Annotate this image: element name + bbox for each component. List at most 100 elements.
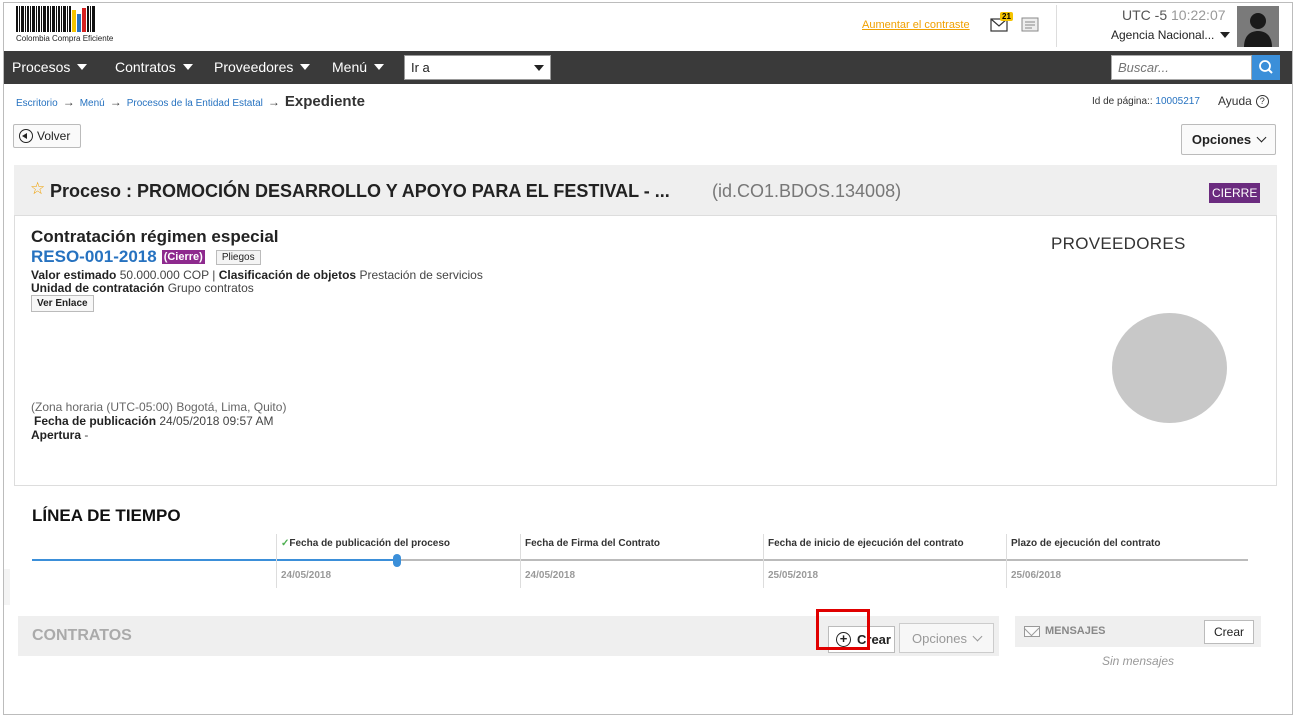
back-button[interactable]: Volver xyxy=(13,124,81,148)
application-window: Colombia Compra Eficiente Aumentar el co… xyxy=(3,2,1293,715)
breadcrumb: Escritorio → Menú → Procesos de la Entid… xyxy=(16,93,365,110)
back-arrow-icon xyxy=(19,129,33,143)
unit-line: Unidad de contratación Grupo contratos xyxy=(31,281,254,295)
page-id-value[interactable]: 10005217 xyxy=(1155,96,1200,107)
timeline-title: LÍNEA DE TIEMPO xyxy=(32,506,181,525)
create-label: Crear xyxy=(1213,625,1244,639)
arrow-right-icon: → xyxy=(62,95,75,109)
question-icon: ? xyxy=(1255,94,1269,108)
back-label: Volver xyxy=(37,129,71,143)
search-input[interactable] xyxy=(1111,55,1252,80)
publication-label: Fecha de publicación xyxy=(34,414,157,428)
breadcrumb-escritorio[interactable]: Escritorio xyxy=(16,98,58,109)
nav-label: Procesos xyxy=(12,59,71,75)
goto-value: Ir a xyxy=(411,60,430,75)
page-id: Id de página:: 10005217 xyxy=(1092,96,1200,107)
nav-label: Menú xyxy=(332,59,368,75)
arrow-right-icon: → xyxy=(267,95,280,109)
caret-down-icon xyxy=(374,64,385,70)
caret-down-icon xyxy=(182,64,193,70)
logo-text: Colombia Compra Eficiente xyxy=(16,34,114,43)
classification-value: Prestación de servicios xyxy=(359,268,483,282)
search-button[interactable] xyxy=(1252,55,1280,80)
contracts-options-button[interactable]: Opciones xyxy=(899,623,994,653)
page-title: Expediente xyxy=(284,93,365,110)
nav-label: Contratos xyxy=(115,59,176,75)
nav-contratos[interactable]: Contratos xyxy=(115,59,193,75)
unit-value: Grupo contratos xyxy=(167,281,254,295)
state-tag: (Cierre) xyxy=(161,250,205,264)
milestone-label: Fecha de Firma del Contrato xyxy=(525,538,661,549)
notifications-icon[interactable] xyxy=(1021,17,1039,32)
caret-down-icon xyxy=(300,64,311,70)
view-link-button[interactable]: Ver Enlace xyxy=(31,295,94,312)
create-contract-button[interactable]: + Crear xyxy=(828,626,895,653)
create-label: Crear xyxy=(857,632,891,647)
timezone-clock: UTC -5 10:22:07 xyxy=(1122,7,1226,23)
nav-proveedores[interactable]: Proveedores xyxy=(214,59,311,75)
search-icon xyxy=(1259,60,1273,74)
milestone-label: Plazo de ejecución del contrato xyxy=(1011,538,1161,549)
clock-time: 10:22:07 xyxy=(1171,7,1226,23)
pliegos-button[interactable]: Pliegos xyxy=(215,249,261,265)
favorite-star-icon[interactable]: ☆ xyxy=(30,179,45,199)
timezone-info: (Zona horaria (UTC-05:00) Bogotá, Lima, … xyxy=(31,400,287,414)
caret-down-icon xyxy=(534,65,544,71)
publication-line: Fecha de publicación 24/05/2018 09:57 AM xyxy=(34,414,273,428)
messages-section: MENSAJES Crear xyxy=(1015,616,1261,647)
breadcrumb-menu[interactable]: Menú xyxy=(80,98,105,109)
help-link[interactable]: Ayuda ? xyxy=(1218,94,1269,108)
colombia-compra-logo[interactable]: Colombia Compra Eficiente xyxy=(16,6,136,46)
contracts-section: CONTRATOS + Crear Opciones xyxy=(18,616,999,656)
plus-circle-icon: + xyxy=(836,632,851,647)
process-details: Contratación régimen especial RESO-001-2… xyxy=(14,216,1277,486)
milestone-date: 24/05/2018 xyxy=(525,570,576,581)
arrow-right-icon: → xyxy=(109,95,122,109)
estimated-label: Valor estimado xyxy=(31,268,117,282)
reference-row: RESO-001-2018 (Cierre) Pliegos xyxy=(31,247,261,267)
milestone-date: 25/05/2018 xyxy=(768,570,819,581)
user-silhouette-icon xyxy=(1237,6,1279,47)
contracts-title: CONTRATOS xyxy=(32,627,132,644)
agency-dropdown[interactable]: Agencia Nacional... xyxy=(1111,28,1231,42)
timeline-milestone: Fecha de inicio de ejecución del contrat… xyxy=(763,534,1007,588)
nav-procesos[interactable]: Procesos xyxy=(12,59,88,75)
create-message-button[interactable]: Crear xyxy=(1204,620,1254,644)
main-navbar: Procesos Contratos Proveedores Menú Ir a xyxy=(4,51,1292,84)
header-divider xyxy=(1056,5,1057,47)
no-messages-text: Sin mensajes xyxy=(1102,654,1175,668)
opening-line: Apertura - xyxy=(31,428,88,442)
agency-label: Agencia Nacional... xyxy=(1111,28,1215,42)
timeline-milestone: Fecha de Firma del Contrato 24/05/2018 xyxy=(520,534,764,588)
process-type: Contratación régimen especial xyxy=(31,227,279,246)
timezone-label: UTC -5 xyxy=(1122,7,1168,23)
separator: | xyxy=(212,268,216,282)
milestone-label: Fecha de publicación del proceso xyxy=(289,538,450,549)
increase-contrast-link[interactable]: Aumentar el contraste xyxy=(862,19,970,31)
providers-title: PROVEEDORES xyxy=(1051,234,1186,253)
timeline-milestone: Plazo de ejecución del contrato 25/06/20… xyxy=(1006,534,1250,588)
messages-title: MENSAJES xyxy=(1045,625,1106,637)
options-label: Opciones xyxy=(1191,132,1252,147)
process-id: (id.CO1.BDOS.134008) xyxy=(712,181,902,201)
breadcrumb-procesos[interactable]: Procesos de la Entidad Estatal xyxy=(127,98,263,109)
opening-value: - xyxy=(84,428,89,442)
options-label: Opciones xyxy=(912,630,967,646)
nav-menu[interactable]: Menú xyxy=(332,59,385,75)
caret-down-icon xyxy=(77,64,88,70)
help-label: Ayuda xyxy=(1218,94,1252,108)
publication-value: 24/05/2018 09:57 AM xyxy=(159,414,274,428)
opening-label: Apertura xyxy=(31,428,82,442)
chevron-down-icon xyxy=(1256,132,1267,143)
options-button[interactable]: Opciones xyxy=(1181,124,1276,155)
estimated-value: 50.000.000 COP xyxy=(119,268,209,282)
nav-label: Proveedores xyxy=(214,59,294,75)
goto-select[interactable]: Ir a xyxy=(404,55,551,80)
process-header: ☆ Proceso : PROMOCIÓN DESARROLLO Y APOYO… xyxy=(14,165,1277,216)
user-avatar[interactable] xyxy=(1237,6,1279,47)
milestone-label-row: ✓Fecha de publicación del proceso xyxy=(281,538,450,549)
mail-count-badge: 21 xyxy=(1000,12,1013,21)
milestone-date: 24/05/2018 xyxy=(281,570,332,581)
unit-label: Unidad de contratación xyxy=(31,281,165,295)
estimate-line: Valor estimado 50.000.000 COP | Clasific… xyxy=(31,268,483,282)
